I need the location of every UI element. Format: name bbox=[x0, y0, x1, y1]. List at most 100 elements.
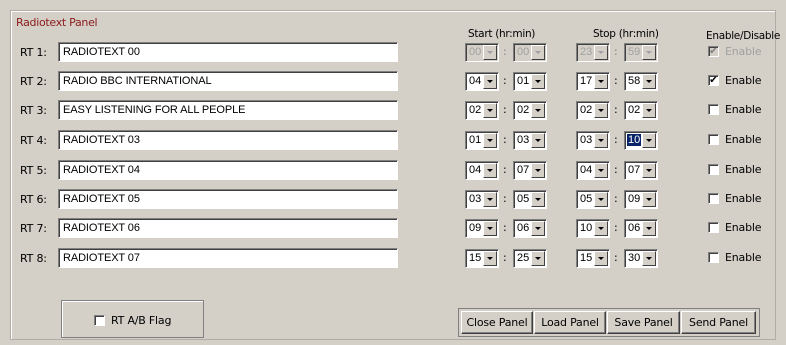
dropdown-arrow-icon[interactable] bbox=[483, 221, 497, 236]
rt-row-label: RT 4: bbox=[20, 134, 47, 147]
rt-row-label: RT 8: bbox=[20, 252, 47, 265]
stop-hour-combo[interactable]: 15 bbox=[576, 249, 610, 268]
start-minute-combo[interactable]: 25 bbox=[513, 249, 547, 268]
stop-minute-combo[interactable]: 09 bbox=[624, 190, 658, 209]
time-separator: : bbox=[614, 133, 618, 146]
send-panel-button[interactable]: Send Panel bbox=[681, 311, 756, 334]
dropdown-arrow-icon[interactable] bbox=[531, 133, 545, 148]
dropdown-arrow-icon[interactable] bbox=[531, 163, 545, 178]
start-hour-combo[interactable]: 01 bbox=[465, 131, 499, 150]
enable-checkbox[interactable] bbox=[708, 164, 719, 175]
dropdown-arrow-icon[interactable] bbox=[531, 192, 545, 207]
radiotext-input[interactable]: RADIOTEXT 04 bbox=[58, 160, 398, 180]
enable-checkbox[interactable]: ✔ bbox=[708, 75, 719, 86]
enable-label: Enable bbox=[725, 163, 762, 176]
stop-minute-combo[interactable]: 06 bbox=[624, 219, 658, 238]
radiotext-input[interactable]: RADIOTEXT 06 bbox=[58, 218, 398, 238]
start-hour-combo[interactable]: 04 bbox=[465, 72, 499, 91]
dropdown-arrow-icon[interactable] bbox=[594, 133, 608, 148]
dropdown-arrow-icon[interactable] bbox=[483, 163, 497, 178]
dropdown-arrow-icon[interactable] bbox=[531, 103, 545, 118]
start-hour-combo[interactable]: 09 bbox=[465, 219, 499, 238]
ab-flag-group: RT A/B Flag bbox=[61, 300, 204, 338]
stop-hour-combo[interactable]: 04 bbox=[576, 161, 610, 180]
dropdown-arrow-icon[interactable] bbox=[483, 251, 497, 266]
enable-checkbox[interactable] bbox=[708, 193, 719, 204]
close-panel-button[interactable]: Close Panel bbox=[461, 311, 533, 334]
stop-hour-combo[interactable]: 03 bbox=[576, 131, 610, 150]
dropdown-arrow-icon[interactable] bbox=[483, 133, 497, 148]
dropdown-arrow-icon[interactable] bbox=[531, 251, 545, 266]
stop-hour-combo[interactable]: 10 bbox=[576, 219, 610, 238]
dropdown-arrow-icon[interactable] bbox=[594, 221, 608, 236]
start-hour-combo[interactable]: 02 bbox=[465, 101, 499, 120]
save-panel-button[interactable]: Save Panel bbox=[607, 311, 680, 334]
stop-hour-combo-value: 05 bbox=[580, 193, 593, 205]
dropdown-arrow-icon[interactable] bbox=[531, 221, 545, 236]
time-separator: : bbox=[503, 192, 507, 205]
enable-checkbox[interactable] bbox=[708, 134, 719, 145]
start-hour-combo-value: 15 bbox=[469, 252, 482, 264]
start-minute-combo[interactable]: 07 bbox=[513, 161, 547, 180]
rt-row-label: RT 6: bbox=[20, 193, 47, 206]
stop-minute-combo[interactable]: 02 bbox=[624, 101, 658, 120]
time-separator: : bbox=[614, 163, 618, 176]
time-separator: : bbox=[503, 251, 507, 264]
start-minute-combo[interactable]: 02 bbox=[513, 101, 547, 120]
start-minute-combo-value: 03 bbox=[517, 134, 530, 146]
stop-minute-combo[interactable]: 30 bbox=[624, 249, 658, 268]
stop-minute-combo[interactable]: 07 bbox=[624, 161, 658, 180]
enable-checkbox[interactable] bbox=[708, 222, 719, 233]
stop-hour-combo[interactable]: 05 bbox=[576, 190, 610, 209]
stop-hour-combo[interactable]: 02 bbox=[576, 101, 610, 120]
start-minute-combo[interactable]: 05 bbox=[513, 190, 547, 209]
stop-minute-combo[interactable]: 58 bbox=[624, 72, 658, 91]
time-separator: : bbox=[614, 221, 618, 234]
dropdown-arrow-icon[interactable] bbox=[642, 251, 656, 266]
dropdown-arrow-icon[interactable] bbox=[483, 103, 497, 118]
rt-row-label: RT 3: bbox=[20, 104, 47, 117]
time-separator: : bbox=[614, 192, 618, 205]
dropdown-arrow-icon[interactable] bbox=[642, 74, 656, 89]
enable-checkbox[interactable] bbox=[708, 252, 719, 263]
start-minute-combo[interactable]: 03 bbox=[513, 131, 547, 150]
dropdown-arrow-icon[interactable] bbox=[594, 192, 608, 207]
dropdown-arrow-icon[interactable] bbox=[594, 251, 608, 266]
radiotext-input[interactable]: RADIOTEXT 05 bbox=[58, 189, 398, 209]
dropdown-arrow-icon bbox=[483, 45, 497, 60]
enable-column-header: Enable/Disable bbox=[706, 30, 781, 42]
start-minute-combo[interactable]: 06 bbox=[513, 219, 547, 238]
load-panel-button[interactable]: Load Panel bbox=[534, 311, 606, 334]
dropdown-arrow-icon[interactable] bbox=[483, 74, 497, 89]
radiotext-input[interactable]: RADIOTEXT 07 bbox=[58, 248, 398, 268]
stop-minute-combo-value: 30 bbox=[628, 252, 641, 264]
start-hour-combo[interactable]: 04 bbox=[465, 161, 499, 180]
time-separator: : bbox=[503, 133, 507, 146]
enable-checkbox[interactable] bbox=[708, 104, 719, 115]
rt-row-label: RT 7: bbox=[20, 222, 47, 235]
rt-row: RT 2: RADIO BBC INTERNATIONAL 04 01 17 58:: ✔ E… bbox=[0, 71, 786, 93]
stop-hour-combo-value: 10 bbox=[580, 222, 593, 234]
dropdown-arrow-icon[interactable] bbox=[642, 163, 656, 178]
time-separator: : bbox=[614, 74, 618, 87]
radiotext-input[interactable]: RADIOTEXT 03 bbox=[58, 130, 398, 150]
stop-hour-combo[interactable]: 17 bbox=[576, 72, 610, 91]
dropdown-arrow-icon[interactable] bbox=[642, 103, 656, 118]
stop-minute-combo[interactable]: 10 bbox=[624, 131, 658, 150]
radiotext-input[interactable]: RADIOTEXT 00 bbox=[58, 42, 398, 62]
dropdown-arrow-icon[interactable] bbox=[594, 74, 608, 89]
radiotext-input[interactable]: EASY LISTENING FOR ALL PEOPLE bbox=[58, 100, 398, 120]
dropdown-arrow-icon[interactable] bbox=[642, 133, 656, 148]
dropdown-arrow-icon[interactable] bbox=[594, 163, 608, 178]
dropdown-arrow-icon[interactable] bbox=[642, 192, 656, 207]
dropdown-arrow-icon[interactable] bbox=[642, 221, 656, 236]
radiotext-input[interactable]: RADIO BBC INTERNATIONAL bbox=[58, 71, 398, 91]
start-minute-combo-value: 06 bbox=[517, 222, 530, 234]
dropdown-arrow-icon[interactable] bbox=[531, 74, 545, 89]
ab-flag-checkbox[interactable] bbox=[94, 315, 105, 326]
dropdown-arrow-icon[interactable] bbox=[594, 103, 608, 118]
start-hour-combo[interactable]: 03 bbox=[465, 190, 499, 209]
start-hour-combo[interactable]: 15 bbox=[465, 249, 499, 268]
start-minute-combo[interactable]: 01 bbox=[513, 72, 547, 91]
dropdown-arrow-icon[interactable] bbox=[483, 192, 497, 207]
